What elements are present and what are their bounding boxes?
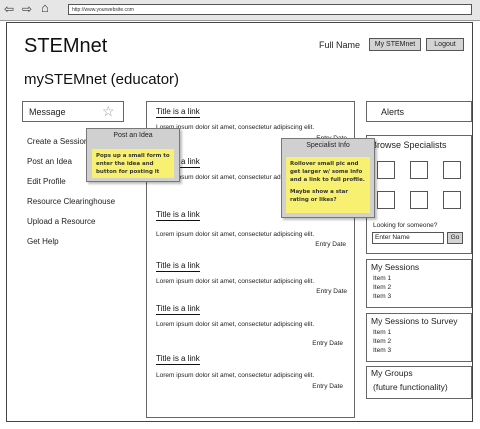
sidebar-item-create-session[interactable]: Create a Session: [27, 137, 88, 146]
feed-item-date: Entry Date: [315, 241, 346, 248]
specialist-info-sticky-note: Rollover small pic and get larger w/ som…: [286, 157, 370, 213]
message-label: Message: [29, 107, 66, 117]
list-item[interactable]: Item 3: [373, 347, 391, 354]
home-icon[interactable]: ⌂: [41, 1, 49, 14]
list-item[interactable]: Item 2: [373, 284, 391, 291]
list-item[interactable]: Item 3: [373, 293, 391, 300]
my-groups-title: My Groups: [371, 368, 413, 378]
list-item[interactable]: Item 1: [373, 329, 391, 336]
brand-logo[interactable]: STEMnet: [24, 35, 107, 58]
specialist-thumbnail[interactable]: [443, 191, 461, 209]
sidebar-item-resource-clearinghouse[interactable]: Resource Clearinghouse: [27, 197, 115, 206]
specialist-thumbnail[interactable]: [410, 191, 428, 209]
user-name: Full Name: [319, 40, 361, 50]
feed-item-date: Entry Date: [312, 383, 343, 390]
post-idea-popup-title: Post an Idea: [113, 132, 153, 139]
feed-item-date: Entry Date: [312, 340, 343, 347]
feed-item-title[interactable]: Title is a link: [156, 107, 200, 118]
feed-item-body: Lorem ipsum dolor sit amet, consectetur …: [156, 278, 315, 285]
logout-button[interactable]: Logout: [426, 38, 464, 51]
feed-item-date: Entry Date: [316, 288, 347, 295]
sidebar-item-post-idea[interactable]: Post an Idea: [27, 157, 72, 166]
go-button[interactable]: Go: [447, 232, 463, 244]
specialist-search-input[interactable]: Enter Name: [372, 232, 444, 244]
sidebar-item-edit-profile[interactable]: Edit Profile: [27, 177, 66, 186]
my-stemnet-button[interactable]: My STEMnet: [369, 38, 421, 51]
post-idea-sticky-note: Pops up a small form to enter the idea a…: [92, 149, 174, 178]
specialist-thumbnail[interactable]: [443, 161, 461, 179]
feed-item-title[interactable]: Title is a link: [156, 261, 200, 272]
sidebar-item-upload-resource[interactable]: Upload a Resource: [27, 217, 95, 226]
feed-item-body: Lorem ipsum dolor sit amet, consectetur …: [156, 231, 315, 238]
url-bar[interactable]: http://www.yourwebsite.com: [68, 4, 472, 15]
specialist-thumbnail[interactable]: [377, 161, 395, 179]
list-item[interactable]: Item 1: [373, 275, 391, 282]
feed-item-title[interactable]: Title is a link: [156, 210, 200, 221]
feed-item-title[interactable]: Title is a link: [156, 304, 200, 315]
star-icon[interactable]: ☆: [102, 104, 115, 118]
specialist-thumbnail[interactable]: [410, 161, 428, 179]
forward-arrow-icon[interactable]: ⇨: [22, 3, 32, 15]
page-title: mySTEMnet (educator): [24, 71, 180, 88]
my-sessions-title: My Sessions: [371, 262, 420, 272]
list-item[interactable]: Item 2: [373, 338, 391, 345]
specialist-thumbnail[interactable]: [377, 191, 395, 209]
alerts-label: Alerts: [381, 107, 405, 117]
back-arrow-icon[interactable]: ⇦: [4, 3, 14, 15]
feed-item-body: Lorem ipsum dolor sit amet, consectetur …: [156, 372, 315, 379]
specialist-note-text: Rollover small pic and get larger w/ som…: [290, 161, 365, 183]
specialist-note-text: Maybe show a star rating or likes?: [290, 189, 349, 203]
looking-label: Looking for someone?: [373, 222, 438, 229]
browse-specialists-title: Browse Specialists: [371, 140, 447, 150]
specialist-info-popup-title: Specialist Info: [306, 142, 350, 149]
sessions-to-survey-title: My Sessions to Survey: [371, 316, 458, 326]
feed-item-title[interactable]: Title is a link: [156, 354, 200, 365]
my-groups-note: (future functionality): [373, 382, 448, 392]
feed-item-body: Lorem ipsum dolor sit amet, consectetur …: [156, 321, 315, 328]
sidebar-item-get-help[interactable]: Get Help: [27, 237, 59, 246]
